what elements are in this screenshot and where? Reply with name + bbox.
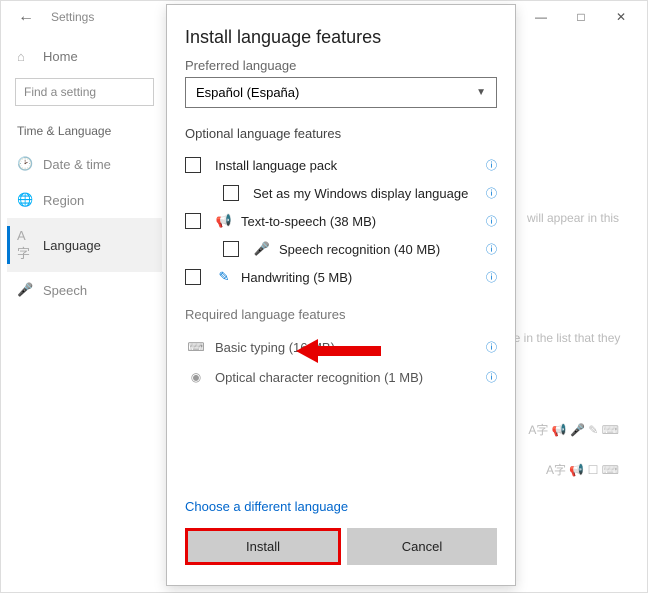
feature-speech-recognition[interactable]: 🎤 Speech recognition (40 MB) ⓘ [185,235,497,263]
ocr-icon: ◉ [187,370,205,384]
clock-icon: 🕑 [17,156,33,172]
home-label: Home [43,49,78,64]
keyboard-icon: ⌨ [187,340,205,354]
cancel-button[interactable]: Cancel [347,528,497,565]
feature-label: Speech recognition (40 MB) [279,242,482,257]
feature-label: Set as my Windows display language [253,186,482,201]
feature-handwriting[interactable]: ✎ Handwriting (5 MB) ⓘ [185,263,497,291]
feature-text-to-speech[interactable]: 📢 Text-to-speech (38 MB) ⓘ [185,207,497,235]
sidebar-item-label: Region [43,193,84,208]
mic-icon: 🎤 [253,241,271,257]
install-button[interactable]: Install [188,531,338,562]
sidebar-item-label: Speech [43,283,87,298]
info-icon[interactable]: ⓘ [486,241,497,257]
selected-language-text: Español (España) [196,85,299,100]
mic-icon: 🎤 [17,282,33,298]
sidebar-item-language[interactable]: A字 Language [7,218,162,272]
preferred-language-label: Preferred language [185,58,497,73]
checkbox[interactable] [185,213,201,229]
choose-different-language-link[interactable]: Choose a different language [185,499,497,514]
info-icon[interactable]: ⓘ [486,339,497,355]
optional-features-heading: Optional language features [185,126,497,141]
globe-icon: 🌐 [17,192,33,208]
tts-icon: 📢 [215,213,233,229]
required-ocr: ◉ Optical character recognition (1 MB) ⓘ [185,362,497,392]
feature-label: Install language pack [215,158,482,173]
required-features-heading: Required language features [185,307,497,322]
chevron-down-icon: ▼ [476,87,486,98]
window-controls: — □ ✕ [521,3,641,31]
feature-label: Handwriting (5 MB) [241,270,482,285]
sidebar-item-speech[interactable]: 🎤 Speech [7,272,162,308]
sidebar-item-date-time[interactable]: 🕑 Date & time [7,146,162,182]
feature-display-language[interactable]: Set as my Windows display language ⓘ [185,179,497,207]
info-icon[interactable]: ⓘ [486,269,497,285]
handwriting-icon: ✎ [215,269,233,285]
info-icon[interactable]: ⓘ [486,157,497,173]
dialog-title: Install language features [167,5,515,58]
sidebar: ⌂ Home Find a setting Time & Language 🕑 … [7,41,162,308]
dialog-body: Preferred language Español (España) ▼ Op… [167,58,515,487]
close-button[interactable]: ✕ [601,3,641,31]
info-icon[interactable]: ⓘ [486,185,497,201]
bg-icons-row: A字 📢 ☐ ⌨ [546,461,619,478]
checkbox[interactable] [223,185,239,201]
feature-label: Text-to-speech (38 MB) [241,214,482,229]
preferred-language-select[interactable]: Español (España) ▼ [185,77,497,108]
sidebar-section: Time & Language [7,112,162,146]
checkbox[interactable] [223,241,239,257]
bg-icons-row: A字 📢 🎤 ✎ ⌨ [528,421,619,438]
sidebar-item-label: Date & time [43,157,111,172]
search-input[interactable]: Find a setting [15,78,154,106]
required-basic-typing: ⌨ Basic typing (16 MB) ⓘ [185,332,497,362]
sidebar-item-region[interactable]: 🌐 Region [7,182,162,218]
bg-text-fragment: will appear in this [527,211,627,225]
feature-install-language-pack[interactable]: Install language pack ⓘ [185,151,497,179]
maximize-button[interactable]: □ [561,3,601,31]
sidebar-item-label: Language [43,238,101,253]
info-icon[interactable]: ⓘ [486,213,497,229]
back-icon[interactable]: ← [11,8,41,26]
required-label: Basic typing (16 MB) [215,340,482,355]
home-icon: ⌂ [17,49,33,64]
checkbox[interactable] [185,269,201,285]
language-icon: A字 [17,228,33,262]
sidebar-home[interactable]: ⌂ Home [7,41,162,72]
install-language-dialog: Install language features Preferred lang… [166,4,516,586]
bg-text-fragment: ge in the list that they [507,331,637,345]
minimize-button[interactable]: — [521,3,561,31]
install-highlight-annotation: Install [185,528,341,565]
required-label: Optical character recognition (1 MB) [215,370,482,385]
checkbox[interactable] [185,157,201,173]
button-row: Install Cancel [185,528,497,565]
info-icon[interactable]: ⓘ [486,369,497,385]
dialog-footer: Choose a different language Install Canc… [167,487,515,585]
